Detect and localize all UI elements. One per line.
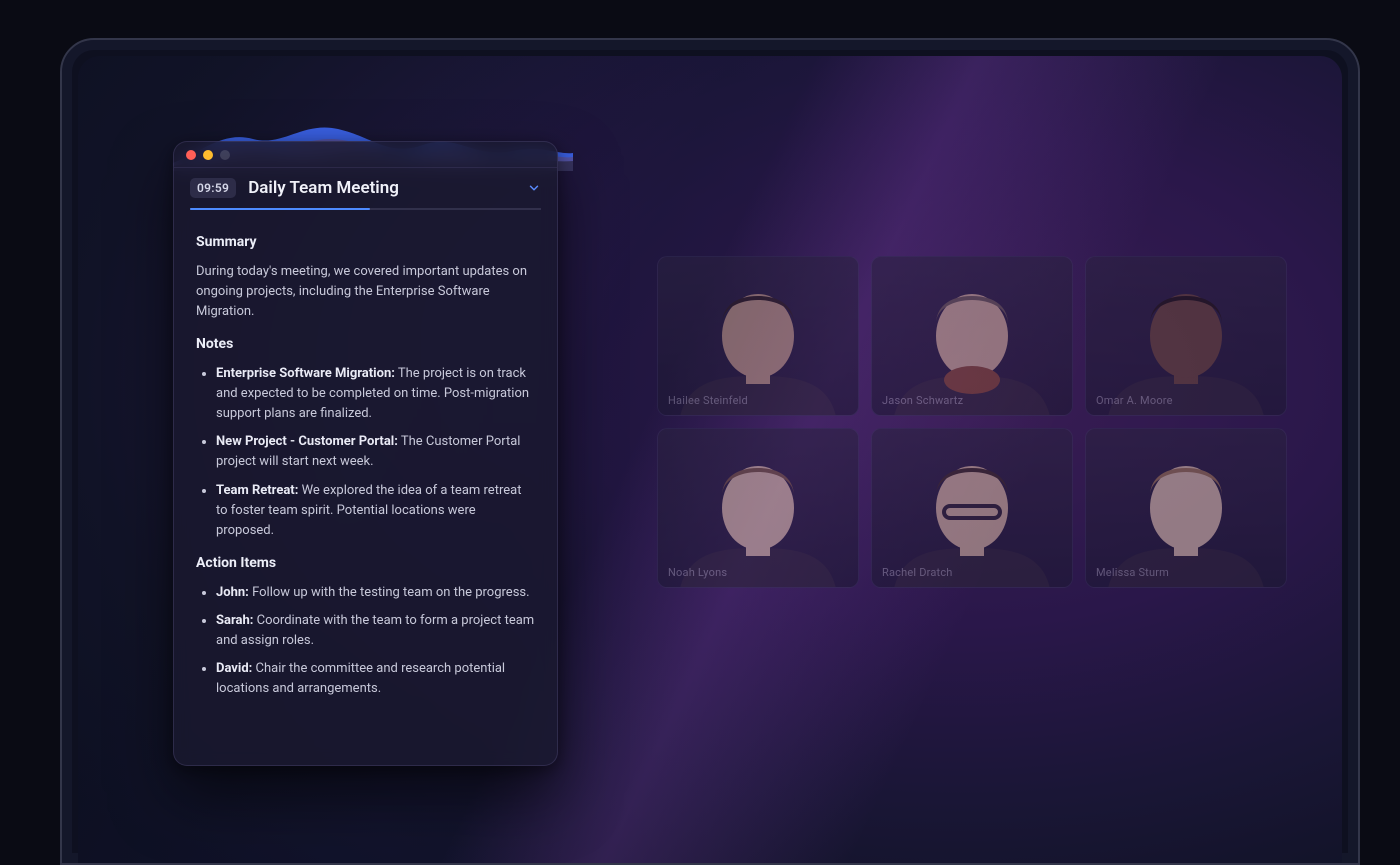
action-item-text: Chair the committee and research potenti… <box>216 661 505 696</box>
note-item-label: Enterprise Software Migration: <box>216 366 395 381</box>
meeting-timer: 09:59 <box>190 178 236 198</box>
note-item: Team Retreat: We explored the idea of a … <box>216 481 535 541</box>
participant-name: Noah Lyons <box>668 566 727 579</box>
action-items-list: John: Follow up with the testing team on… <box>196 583 535 700</box>
video-tile[interactable]: Melissa Sturm <box>1085 428 1287 588</box>
meeting-header-row: 09:59 Daily Team Meeting <box>174 168 557 198</box>
action-item-text: Coordinate with the team to form a proje… <box>216 613 534 648</box>
action-item-label: Sarah: <box>216 613 253 628</box>
meeting-notes-window: 09:59 Daily Team Meeting Summary During … <box>173 141 558 766</box>
action-item-label: John: <box>216 585 249 600</box>
video-tile[interactable]: Noah Lyons <box>657 428 859 588</box>
section-heading-notes: Notes <box>196 334 535 356</box>
participant-name: Rachel Dratch <box>882 566 953 579</box>
participant-name: Jason Schwartz <box>882 394 963 407</box>
action-item-text: Follow up with the testing team on the p… <box>249 585 530 600</box>
participant-name: Melissa Sturm <box>1096 566 1169 579</box>
video-tile[interactable]: Omar A. Moore <box>1085 256 1287 416</box>
section-heading-summary: Summary <box>196 232 535 254</box>
summary-text: During today's meeting, we covered impor… <box>196 262 535 322</box>
action-item: Sarah: Coordinate with the team to form … <box>216 611 535 651</box>
window-minimize-button[interactable] <box>203 150 213 160</box>
laptop-frame: Hailee Steinfeld Jason Schwartz <box>60 38 1360 865</box>
section-heading-action-items: Action Items <box>196 553 535 575</box>
note-item: New Project - Customer Portal: The Custo… <box>216 432 535 472</box>
participant-name: Hailee Steinfeld <box>668 394 748 407</box>
tab-underline <box>190 208 541 210</box>
meeting-title: Daily Team Meeting <box>248 178 515 198</box>
note-item-label: Team Retreat: <box>216 483 298 498</box>
video-tile[interactable]: Hailee Steinfeld <box>657 256 859 416</box>
participant-name: Omar A. Moore <box>1096 394 1173 407</box>
video-tile[interactable]: Jason Schwartz <box>871 256 1073 416</box>
action-item: John: Follow up with the testing team on… <box>216 583 535 603</box>
notes-body: Summary During today's meeting, we cover… <box>174 210 557 729</box>
video-call-grid: Hailee Steinfeld Jason Schwartz <box>657 256 1287 588</box>
window-zoom-button[interactable] <box>220 150 230 160</box>
window-close-button[interactable] <box>186 150 196 160</box>
video-tile[interactable]: Rachel Dratch <box>871 428 1073 588</box>
chevron-down-icon[interactable] <box>527 181 541 195</box>
window-titlebar[interactable] <box>174 142 557 168</box>
action-item-label: David: <box>216 661 252 676</box>
note-item: Enterprise Software Migration: The proje… <box>216 364 535 424</box>
notes-list: Enterprise Software Migration: The proje… <box>196 364 535 541</box>
active-tab-indicator <box>190 208 370 210</box>
desktop-screen: Hailee Steinfeld Jason Schwartz <box>78 56 1342 863</box>
note-item-label: New Project - Customer Portal: <box>216 434 398 449</box>
action-item: David: Chair the committee and research … <box>216 659 535 699</box>
